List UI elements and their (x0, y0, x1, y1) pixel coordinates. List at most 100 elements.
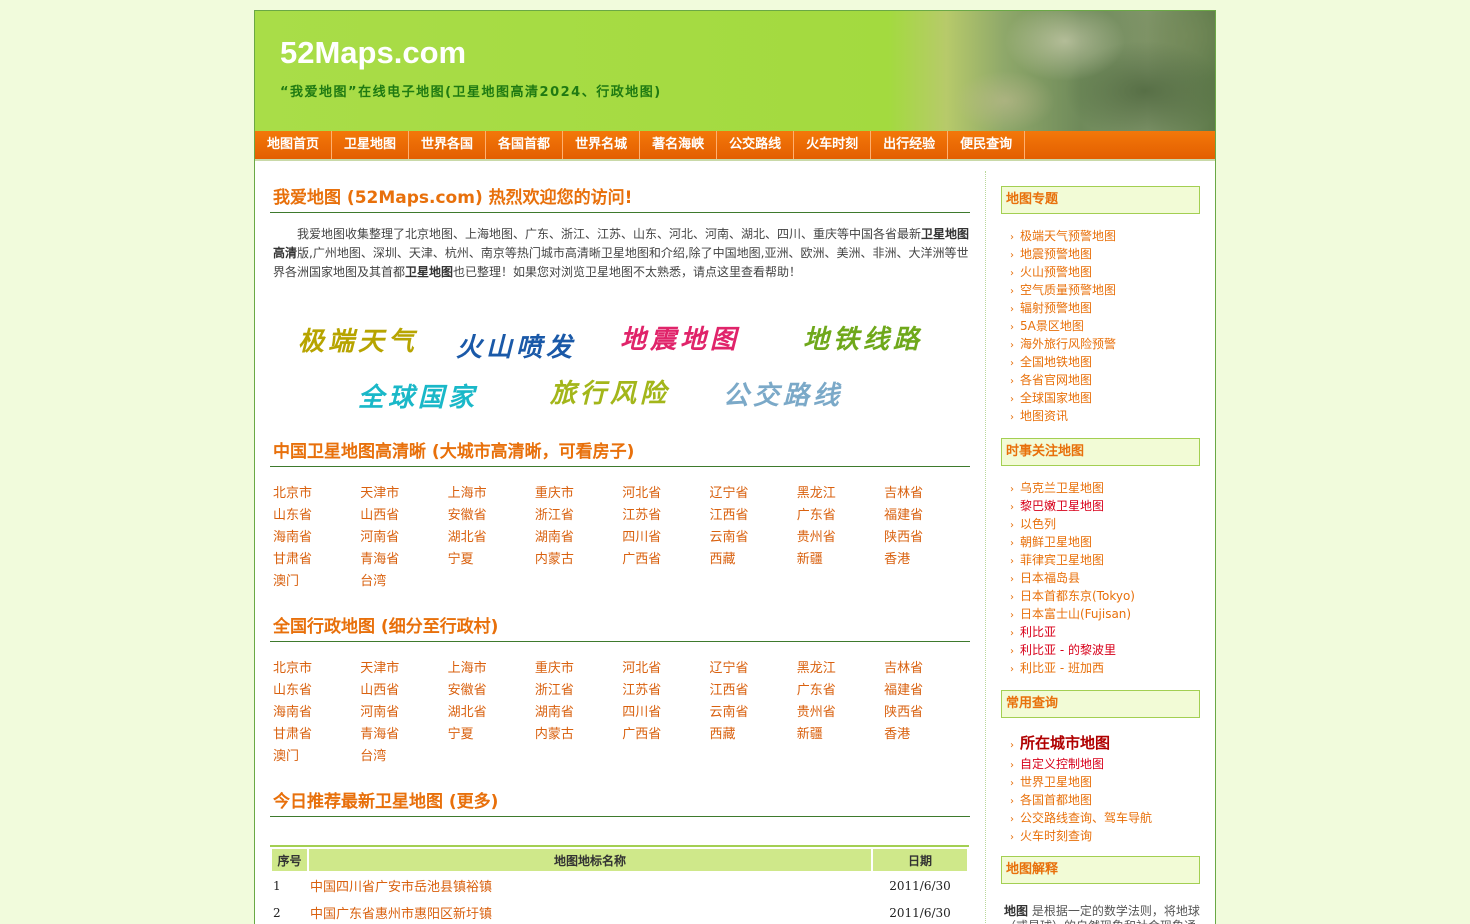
sidebar-link[interactable]: › 日本首都东京(Tokyo) (1004, 587, 1135, 605)
sidebar-link[interactable]: › 全国地铁地图 (1004, 353, 1116, 371)
province-link[interactable]: 云南省 (709, 527, 796, 549)
nav-item[interactable]: 著名海峡 (640, 131, 718, 159)
province-link[interactable]: 内蒙古 (535, 724, 622, 746)
nav-item[interactable]: 世界名城 (563, 131, 641, 159)
province-link[interactable]: 山东省 (273, 505, 360, 527)
province-link[interactable]: 北京市 (273, 483, 360, 505)
sidebar-link[interactable]: › 利比亚 (1004, 623, 1135, 641)
site-title[interactable]: 52Maps.com (280, 35, 466, 71)
nav-item[interactable]: 卫星地图 (332, 131, 410, 159)
province-link[interactable]: 广东省 (797, 680, 884, 702)
callout-extreme-weather[interactable]: 极端天气 (298, 321, 418, 358)
province-link[interactable]: 江西省 (709, 680, 796, 702)
province-link[interactable]: 江苏省 (622, 505, 709, 527)
province-link[interactable]: 安徽省 (448, 505, 535, 527)
province-link[interactable]: 贵州省 (797, 527, 884, 549)
sidebar-link[interactable]: › 世界卫星地图 (1004, 773, 1152, 791)
province-link[interactable]: 新疆 (797, 549, 884, 571)
sidebar-link[interactable]: › 地图资讯 (1004, 407, 1116, 425)
province-link[interactable]: 海南省 (273, 527, 360, 549)
sidebar-link[interactable]: › 日本福岛县 (1004, 569, 1135, 587)
sidebar-link[interactable]: › 各省官网地图 (1004, 371, 1116, 389)
callout-travel-risk[interactable]: 旅行风险 (550, 373, 670, 410)
callout-countries[interactable]: 全球国家 (358, 377, 478, 414)
province-link[interactable]: 天津市 (360, 483, 447, 505)
province-link[interactable]: 辽宁省 (709, 483, 796, 505)
province-link[interactable]: 陕西省 (884, 527, 971, 549)
province-link[interactable]: 山东省 (273, 680, 360, 702)
sidebar-link[interactable]: › 日本富士山(Fujisan) (1004, 605, 1135, 623)
province-link[interactable]: 云南省 (709, 702, 796, 724)
sidebar-link[interactable]: › 火山预警地图 (1004, 263, 1116, 281)
nav-item[interactable]: 火车时刻 (794, 131, 872, 159)
province-link[interactable]: 重庆市 (535, 483, 622, 505)
province-link[interactable]: 浙江省 (535, 680, 622, 702)
province-link[interactable]: 青海省 (360, 724, 447, 746)
province-link[interactable]: 香港 (884, 549, 971, 571)
province-link[interactable]: 湖北省 (448, 527, 535, 549)
province-link[interactable]: 宁夏 (448, 549, 535, 571)
landmark-link[interactable]: 中国四川省广安市岳池县镇裕镇 (310, 880, 492, 895)
province-link[interactable]: 浙江省 (535, 505, 622, 527)
province-link[interactable]: 西藏 (709, 724, 796, 746)
callout-earthquake[interactable]: 地震地图 (620, 319, 740, 356)
province-link[interactable]: 河南省 (360, 702, 447, 724)
province-link[interactable]: 河北省 (622, 483, 709, 505)
province-link[interactable]: 甘肃省 (273, 549, 360, 571)
province-link[interactable]: 宁夏 (448, 724, 535, 746)
nav-item[interactable]: 世界各国 (409, 131, 487, 159)
sidebar-link[interactable]: › 火车时刻查询 (1004, 827, 1152, 845)
callout-volcano[interactable]: 火山喷发 (456, 327, 576, 364)
province-link[interactable]: 重庆市 (535, 658, 622, 680)
province-link[interactable]: 四川省 (622, 527, 709, 549)
sidebar-link[interactable]: › 公交路线查询、驾车导航 (1004, 809, 1152, 827)
province-link[interactable]: 湖南省 (535, 702, 622, 724)
nav-item[interactable]: 出行经验 (871, 131, 949, 159)
province-link[interactable]: 吉林省 (884, 483, 971, 505)
nav-item[interactable]: 地图首页 (255, 131, 333, 159)
province-link[interactable]: 山西省 (360, 680, 447, 702)
province-link[interactable]: 山西省 (360, 505, 447, 527)
sidebar-link[interactable]: › 菲律宾卫星地图 (1004, 551, 1135, 569)
sidebar-link[interactable]: › 自定义控制地图 (1004, 755, 1152, 773)
province-link[interactable]: 澳门 (273, 571, 360, 593)
sidebar-link[interactable]: › 各国首都地图 (1004, 791, 1152, 809)
province-link[interactable]: 河南省 (360, 527, 447, 549)
province-link[interactable]: 吉林省 (884, 658, 971, 680)
satellite-section-title[interactable]: 中国卫星地图高清晰 (大城市高清晰，可看房子) (270, 435, 970, 467)
sidebar-link[interactable]: › 朝鲜卫星地图 (1004, 533, 1135, 551)
nav-item[interactable]: 公交路线 (717, 131, 795, 159)
province-link[interactable]: 湖南省 (535, 527, 622, 549)
province-link[interactable]: 陕西省 (884, 702, 971, 724)
province-link[interactable]: 台湾 (360, 746, 447, 768)
sidebar-link[interactable]: › 利比亚 - 的黎波里 (1004, 641, 1135, 659)
province-link[interactable]: 青海省 (360, 549, 447, 571)
province-link[interactable]: 广西省 (622, 724, 709, 746)
province-link[interactable]: 江苏省 (622, 680, 709, 702)
intro-help-link[interactable]: 也已整理！如果您对浏览卫星地图不太熟悉，请点这里查看帮助！ (453, 265, 801, 279)
sidebar-link[interactable]: › 黎巴嫩卫星地图 (1004, 497, 1135, 515)
province-link[interactable]: 广东省 (797, 505, 884, 527)
province-link[interactable]: 西藏 (709, 549, 796, 571)
province-link[interactable]: 湖北省 (448, 702, 535, 724)
province-link[interactable]: 上海市 (448, 658, 535, 680)
province-link[interactable]: 海南省 (273, 702, 360, 724)
province-link[interactable]: 北京市 (273, 658, 360, 680)
nav-item[interactable]: 便民查询 (948, 131, 1026, 159)
province-link[interactable]: 黑龙江 (797, 658, 884, 680)
nav-item[interactable]: 各国首都 (486, 131, 564, 159)
sidebar-link[interactable]: › 以色列 (1004, 515, 1135, 533)
province-link[interactable]: 四川省 (622, 702, 709, 724)
admin-section-title[interactable]: 全国行政地图 (细分至行政村) (270, 610, 970, 642)
callout-subway[interactable]: 地铁线路 (803, 319, 923, 356)
province-link[interactable]: 贵州省 (797, 702, 884, 724)
landmark-link[interactable]: 中国广东省惠州市惠阳区新圩镇 (310, 907, 492, 922)
province-link[interactable]: 天津市 (360, 658, 447, 680)
province-link[interactable]: 广西省 (622, 549, 709, 571)
province-link[interactable]: 上海市 (448, 483, 535, 505)
province-link[interactable]: 安徽省 (448, 680, 535, 702)
province-link[interactable]: 香港 (884, 724, 971, 746)
sidebar-link[interactable]: › 地震预警地图 (1004, 245, 1116, 263)
sidebar-link[interactable]: › 5A景区地图 (1004, 317, 1116, 335)
sidebar-link[interactable]: › 乌克兰卫星地图 (1004, 479, 1135, 497)
